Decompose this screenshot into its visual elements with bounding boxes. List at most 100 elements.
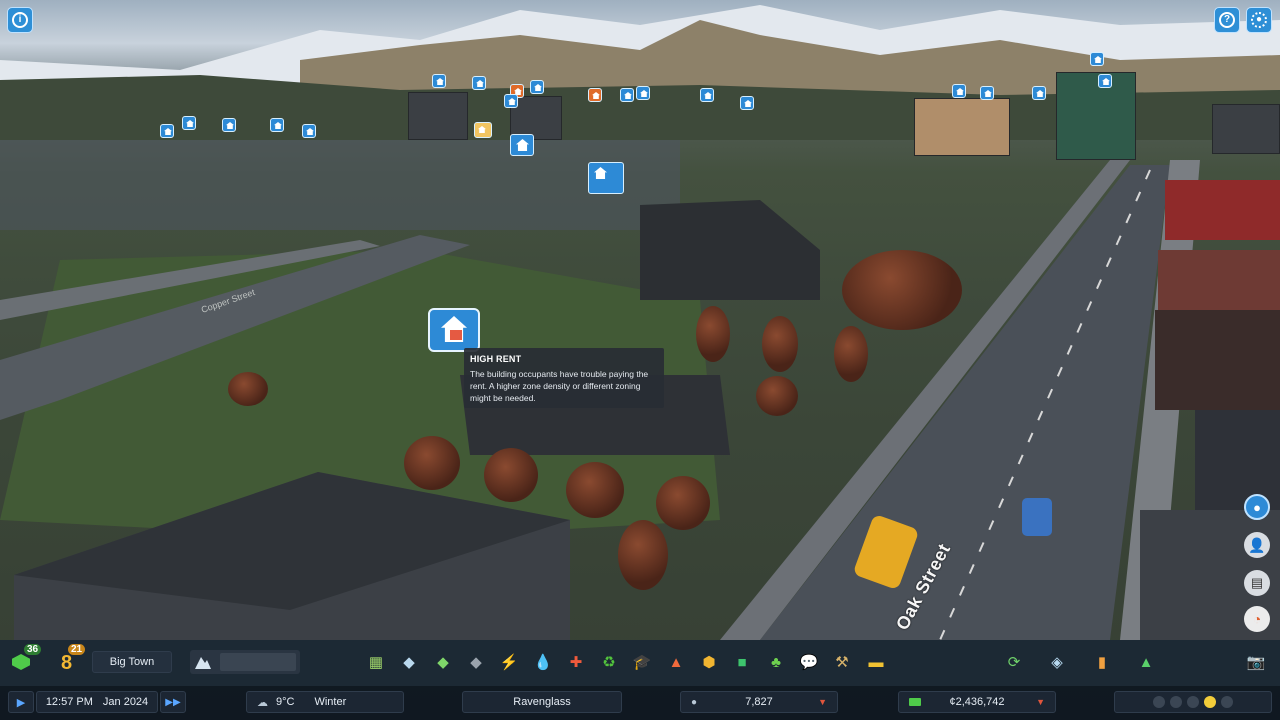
statistics-tool[interactable]: ▮ [1092, 652, 1112, 672]
water-icon: 💧 [533, 653, 553, 671]
happiness-slot-icon [1221, 696, 1233, 708]
garbage-warning-marker[interactable] [1098, 74, 1112, 88]
status-bar [0, 686, 1280, 720]
water-tool[interactable]: 💧 [533, 652, 553, 672]
electricity-icon: ⚡ [499, 653, 519, 671]
garbage-warning-marker[interactable] [182, 116, 196, 130]
population-trend-down-icon: ▼ [818, 697, 827, 707]
autumn-tree [696, 306, 730, 362]
help-button[interactable]: ? [1214, 7, 1240, 33]
autumn-tree [834, 326, 868, 382]
water-info-button[interactable]: ● [1244, 494, 1270, 520]
radio-button[interactable]: ◔ [1244, 606, 1270, 632]
garbage-icon: ♻ [602, 653, 616, 671]
autumn-tree [756, 376, 798, 416]
clock-time: 12:57 PM [45, 696, 93, 708]
play-button[interactable]: ▶ [8, 691, 34, 713]
city-name-display[interactable]: Ravenglass [462, 691, 622, 713]
garbage-warning-marker[interactable] [432, 74, 446, 88]
city-name: Ravenglass [513, 696, 571, 708]
high-rent-marker[interactable] [588, 162, 624, 194]
statistics-icon: ▮ [1097, 653, 1107, 671]
education-icon: 🎓 [632, 653, 652, 671]
parks-icon: ♣ [771, 653, 781, 671]
economy-cycle-tool[interactable]: ⟳ [1004, 652, 1024, 672]
autumn-tree [566, 462, 624, 518]
info-button[interactable]: i [7, 7, 33, 33]
bulldozer-tool[interactable]: ▬ [866, 652, 886, 672]
notepad-icon: ▤ [1250, 575, 1264, 590]
garbage-warning-marker[interactable] [620, 88, 634, 102]
area-icon: ◆ [403, 653, 415, 671]
garbage-warning-marker[interactable] [504, 94, 518, 108]
city-rank-label: Big Town [92, 651, 172, 673]
garbage-warning-marker[interactable] [636, 86, 650, 100]
happiness-display[interactable] [1114, 691, 1272, 713]
milestone-indicator[interactable]: 8 21 [58, 644, 88, 674]
landscaping-icon: ◆ [437, 653, 449, 671]
high-rent-marker[interactable] [510, 134, 534, 156]
play-icon: ▶ [16, 696, 26, 709]
garbage-warning-marker[interactable] [530, 80, 544, 94]
landscaping-tool[interactable]: ◆ [433, 652, 453, 672]
electricity-tool[interactable]: ⚡ [499, 652, 519, 672]
map-tool[interactable]: ◈ [1047, 652, 1067, 672]
citizens-button[interactable]: 👤 [1244, 532, 1270, 558]
police-icon: ⬢ [702, 653, 716, 671]
police-tool[interactable]: ⬢ [699, 652, 719, 672]
distant-building [1056, 72, 1136, 160]
autumn-tree [618, 520, 668, 590]
roads-tool[interactable]: ◆ [466, 652, 486, 672]
traffic-warning-marker[interactable] [474, 122, 492, 138]
area-tool[interactable]: ◆ [399, 652, 419, 672]
money-value: ¢2,436,742 [949, 696, 1005, 708]
education-tool[interactable]: 🎓 [632, 652, 652, 672]
bulldozer-icon: ▬ [868, 653, 884, 671]
map-icon: ◈ [1051, 653, 1063, 671]
progression-tool[interactable]: ▲ [1136, 652, 1156, 672]
garbage-warning-marker[interactable] [740, 96, 754, 110]
zoning-tool[interactable]: ▦ [366, 652, 386, 672]
progression-icon: ▲ [1138, 653, 1154, 671]
communications-tool[interactable]: 💬 [799, 652, 819, 672]
city-rank-text: Big Town [109, 656, 155, 668]
garbage-warning-marker[interactable] [270, 118, 284, 132]
high-rent-marker-selected[interactable] [428, 308, 480, 352]
money-display[interactable]: ¢2,436,742 ▼ [898, 691, 1056, 713]
fire-icon: ▲ [668, 653, 684, 671]
garbage-warning-marker[interactable] [952, 84, 966, 98]
photo-mode-tool[interactable]: 📷 [1246, 652, 1266, 672]
garbage-warning-marker[interactable] [302, 124, 316, 138]
population-display[interactable]: ● 7,827 ▼ [680, 691, 838, 713]
happiness-slot-icon [1153, 696, 1165, 708]
camera-thumbnail [220, 653, 296, 671]
communications-icon: 💬 [799, 653, 819, 671]
fire-warning-marker[interactable] [588, 88, 602, 102]
distant-building [1212, 104, 1280, 154]
garbage-tool[interactable]: ♻ [599, 652, 619, 672]
speed-button[interactable]: ▶▶ [160, 691, 186, 713]
landscape-shovel-tool[interactable]: ⚒ [832, 652, 852, 672]
gear-icon: ● [1251, 12, 1267, 28]
happiness-slot-icon [1187, 696, 1199, 708]
garbage-warning-marker[interactable] [1090, 52, 1104, 66]
population-icon: ● [691, 696, 698, 708]
settings-button[interactable]: ● [1246, 7, 1272, 33]
parks-tool[interactable]: ♣ [766, 652, 786, 672]
camera-slot[interactable] [190, 650, 300, 674]
healthcare-tool[interactable]: ✚ [566, 652, 586, 672]
garbage-warning-marker[interactable] [980, 86, 994, 100]
calendar-date: Jan 2024 [102, 696, 149, 708]
autumn-tree [656, 476, 710, 530]
garbage-warning-marker[interactable] [222, 118, 236, 132]
weather-display[interactable]: ☁ 9°C Winter [246, 691, 404, 713]
notes-button[interactable]: ▤ [1244, 570, 1270, 596]
garbage-warning-marker[interactable] [1032, 86, 1046, 100]
xp-indicator[interactable]: 36 [10, 644, 42, 674]
fire-tool[interactable]: ▲ [666, 652, 686, 672]
transport-tool[interactable]: ■ [732, 652, 752, 672]
garbage-warning-marker[interactable] [472, 76, 486, 90]
garbage-warning-marker[interactable] [700, 88, 714, 102]
money-icon [909, 698, 921, 706]
garbage-warning-marker[interactable] [160, 124, 174, 138]
